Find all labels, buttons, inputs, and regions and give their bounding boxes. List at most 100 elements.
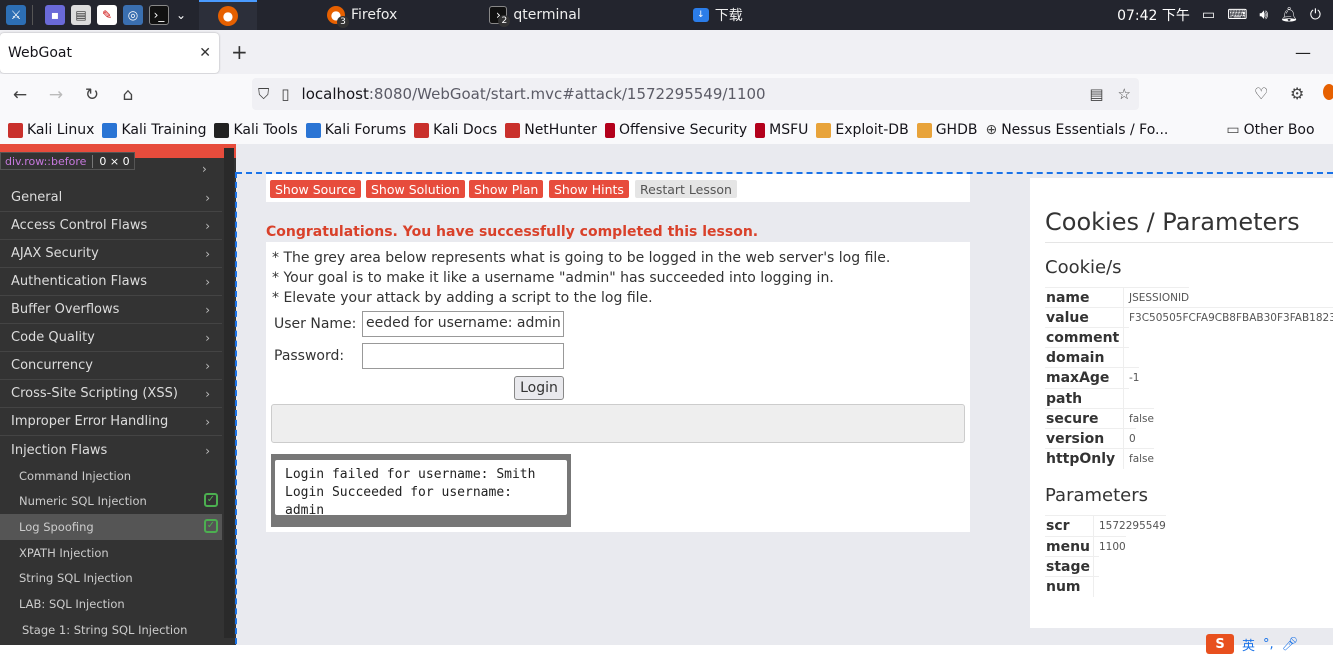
pocket-icon[interactable]: ♡ xyxy=(1254,84,1268,103)
taskbar-firefox-preview[interactable]: ● xyxy=(199,0,257,30)
bookmark-label: Nessus Essentials / Fo... xyxy=(1001,122,1169,138)
sidebar-item-injection-flaws[interactable]: Injection Flaws › xyxy=(0,437,222,465)
congratulations-message: Congratulations. You have successfully c… xyxy=(266,224,759,240)
file-manager-icon[interactable]: ▤ xyxy=(71,5,91,25)
text-editor-icon[interactable]: ✎ xyxy=(97,5,117,25)
bookmark-nethunter[interactable]: NetHunter xyxy=(505,122,597,138)
taskbar-task-qterminal[interactable]: › 2 qterminal xyxy=(483,0,586,30)
keyboard-icon[interactable]: ⌨ xyxy=(1227,7,1247,23)
ime-language[interactable]: 英 xyxy=(1242,635,1255,654)
sidebar-sub-lab-sql-injection[interactable]: LAB: SQL Injection xyxy=(0,591,222,617)
power-icon[interactable]: ⏻ xyxy=(1310,7,1321,23)
home-button[interactable]: ⌂ xyxy=(110,85,146,105)
show-hints-button[interactable]: Show Hints xyxy=(549,180,629,198)
cookie-row: path xyxy=(1045,388,1129,409)
sidebar-scrollbar[interactable] xyxy=(224,148,234,638)
sidebar-sub-label: Command Injection xyxy=(19,469,132,483)
chevron-right-icon: › xyxy=(205,358,210,373)
bookmark-label: Kali Linux xyxy=(27,122,95,138)
bookmark-kali-forums[interactable]: Kali Forums xyxy=(305,122,406,138)
sidebar-item-access-control-flaws[interactable]: Access Control Flaws › xyxy=(0,212,222,240)
back-button[interactable]: ← xyxy=(2,85,38,105)
workspace-icon[interactable]: ▪ xyxy=(45,5,65,25)
show-solution-button[interactable]: Show Solution xyxy=(366,180,465,198)
firefox-icon: ● 3 xyxy=(327,6,349,28)
cookie-value: JSESSIONID xyxy=(1123,287,1189,308)
sidebar-item-general[interactable]: General › xyxy=(0,184,222,212)
folder-icon: ▭ xyxy=(1226,122,1240,138)
sidebar-item-improper-error-handling[interactable]: Improper Error Handling › xyxy=(0,408,222,436)
sogou-ime-icon[interactable]: S xyxy=(1206,634,1234,654)
sidebar-item-buffer-overflows[interactable]: Buffer Overflows › xyxy=(0,296,222,324)
browser-launcher-icon[interactable]: ◎ xyxy=(123,5,143,25)
sidebar-sub-label: Stage 1: String SQL Injection xyxy=(22,623,188,637)
sidebar-sub-numeric-sql-injection[interactable]: Numeric SQL Injection ✓ xyxy=(0,488,222,514)
bookmark-kali-training[interactable]: Kali Training xyxy=(102,122,206,138)
ghdb-icon xyxy=(916,122,932,138)
terminal-launcher-icon[interactable]: ›_ xyxy=(149,5,169,25)
system-tray: 07:42 下午 ▭ ⌨ 🔊︎ 🔔︎ ⏻ xyxy=(1117,5,1333,25)
bookmark-star-icon[interactable]: ☆ xyxy=(1118,85,1131,103)
bookmark-exploit-db[interactable]: Exploit-DB xyxy=(816,122,909,138)
bookmark-nessus[interactable]: ⊕ Nessus Essentials / Fo... xyxy=(985,122,1168,138)
sidebar-sub-log-spoofing[interactable]: Log Spoofing ✓ xyxy=(0,514,222,540)
tab-webgoat[interactable]: WebGoat ✕ xyxy=(0,33,219,73)
microphone-icon[interactable]: 🎤︎ xyxy=(1282,637,1299,652)
reload-button[interactable]: ↻ xyxy=(74,85,110,105)
kali-menu-icon[interactable]: ⚔ xyxy=(6,5,26,25)
sidebar-sub-stage-1[interactable]: Stage 1: String SQL Injection xyxy=(0,617,222,643)
shield-icon[interactable]: ⛉ xyxy=(258,85,269,103)
extension-icon-2[interactable] xyxy=(1323,84,1333,100)
volume-icon[interactable]: 🔊︎ xyxy=(1259,7,1268,23)
password-input[interactable] xyxy=(362,343,564,369)
sidebar-item-label: Buffer Overflows xyxy=(11,302,120,317)
sidebar-sub-string-sql-injection[interactable]: String SQL Injection xyxy=(0,565,222,591)
reader-view-icon[interactable]: ▤ xyxy=(1089,85,1103,103)
task-label: qterminal xyxy=(513,7,581,23)
close-tab-icon[interactable]: ✕ xyxy=(199,45,211,61)
sidebar-sub-xpath-injection[interactable]: XPATH Injection xyxy=(0,540,222,566)
param-row: scr 1572295549 xyxy=(1045,515,1166,536)
show-source-button[interactable]: Show Source xyxy=(270,180,361,198)
bookmark-kali-docs[interactable]: Kali Docs xyxy=(414,122,497,138)
bookmark-msfu[interactable]: MSFU xyxy=(755,122,808,138)
username-input[interactable]: eeded for username: admin xyxy=(362,311,564,337)
display-icon[interactable]: ▭ xyxy=(1202,7,1215,23)
terminal-icon: › 2 xyxy=(489,6,511,27)
sidebar-item-xss[interactable]: Cross-Site Scripting (XSS) › xyxy=(0,380,222,408)
taskbar-task-downloads[interactable]: ↓ 下载 xyxy=(687,0,749,30)
page-info-icon[interactable]: ▯ xyxy=(281,85,289,103)
minimize-icon[interactable]: — xyxy=(1295,43,1311,62)
cookie-key: maxAge xyxy=(1046,369,1110,386)
sidebar-sub-command-injection[interactable]: Command Injection xyxy=(0,463,222,489)
devtools-highlight-line xyxy=(235,172,237,654)
cookie-key: secure xyxy=(1046,410,1099,427)
bookmark-other[interactable]: ▭ Other Boo xyxy=(1226,122,1314,138)
taskbar-task-firefox[interactable]: ● 3 Firefox xyxy=(321,0,403,30)
sidebar-item-concurrency[interactable]: Concurrency › xyxy=(0,352,222,380)
sidebar-item-authentication-flaws[interactable]: Authentication Flaws › xyxy=(0,268,222,296)
offsec-icon xyxy=(604,122,615,138)
bookmark-kali-linux[interactable]: Kali Linux xyxy=(8,122,94,138)
new-tab-button[interactable]: + xyxy=(231,40,248,64)
bookmark-offensive-security[interactable]: Offensive Security xyxy=(604,122,747,138)
restart-lesson-button[interactable]: Restart Lesson xyxy=(635,180,737,198)
login-button[interactable]: Login xyxy=(514,376,564,400)
chevron-down-icon[interactable]: ⌄ xyxy=(175,5,187,25)
clock[interactable]: 07:42 下午 xyxy=(1117,5,1190,25)
show-plan-button[interactable]: Show Plan xyxy=(469,180,544,198)
sidebar-item-ajax-security[interactable]: AJAX Security › xyxy=(0,240,222,268)
chevron-right-icon: › xyxy=(205,302,210,317)
bookmark-ghdb[interactable]: GHDB xyxy=(916,122,977,138)
sidebar-item-code-quality[interactable]: Code Quality › xyxy=(0,324,222,352)
extension-icon[interactable]: ⚙ xyxy=(1290,84,1304,103)
cookie-heading: Cookie/s xyxy=(1045,257,1122,278)
forward-button[interactable]: → xyxy=(38,85,74,105)
chevron-right-icon: › xyxy=(202,162,207,176)
sidebar-sub-label: XPATH Injection xyxy=(19,546,109,560)
ime-punctuation-icon[interactable]: °, xyxy=(1263,637,1274,652)
sidebar-item-label: Injection Flaws xyxy=(11,443,108,458)
bookmark-kali-tools[interactable]: Kali Tools xyxy=(214,122,298,138)
notification-bell-icon[interactable]: 🔔︎ xyxy=(1280,7,1298,23)
url-bar[interactable]: ⛉ ▯ localhost:8080/WebGoat/start.mvc#att… xyxy=(252,78,1139,110)
